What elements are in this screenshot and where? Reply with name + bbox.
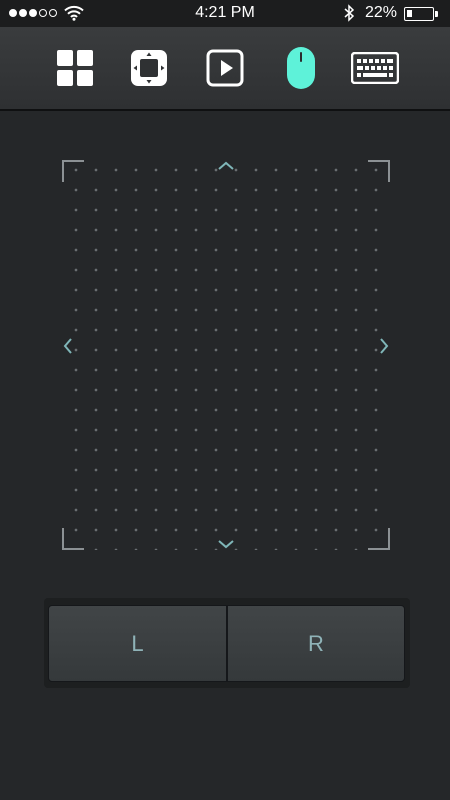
touchpad-corner-top-left [62, 160, 84, 182]
chevron-down-icon [218, 540, 234, 549]
battery-percent: 22% [365, 4, 398, 21]
play-icon [206, 49, 244, 87]
mouse-mode-button[interactable] [276, 43, 326, 93]
bluetooth-icon [344, 4, 355, 22]
left-click-label: L [131, 630, 144, 656]
battery-icon [404, 7, 434, 21]
touchpad-area[interactable] [62, 160, 390, 550]
keyboard-button[interactable] [350, 43, 400, 93]
battery-fill [407, 10, 412, 17]
directional-pad-icon [131, 50, 167, 86]
status-bar: 4:21 PM 22% [0, 0, 450, 27]
battery-cap [435, 11, 438, 17]
apps-grid-button[interactable] [50, 43, 100, 93]
right-click-label: R [308, 630, 324, 656]
right-click-button[interactable]: R [227, 605, 405, 682]
mode-toolbar [0, 27, 450, 111]
media-button[interactable] [200, 43, 250, 93]
left-click-button[interactable]: L [48, 605, 227, 682]
chevron-up-icon [218, 161, 234, 170]
grid-icon [57, 50, 93, 86]
mouse-icon [287, 47, 315, 89]
chevron-left-icon [63, 338, 72, 354]
keyboard-icon [351, 52, 399, 84]
chevron-right-icon [380, 338, 389, 354]
touchpad-corner-bottom-left [62, 528, 84, 550]
dpad-button[interactable] [124, 43, 174, 93]
touchpad-corner-bottom-right [368, 528, 390, 550]
touchpad-corner-top-right [368, 160, 390, 182]
